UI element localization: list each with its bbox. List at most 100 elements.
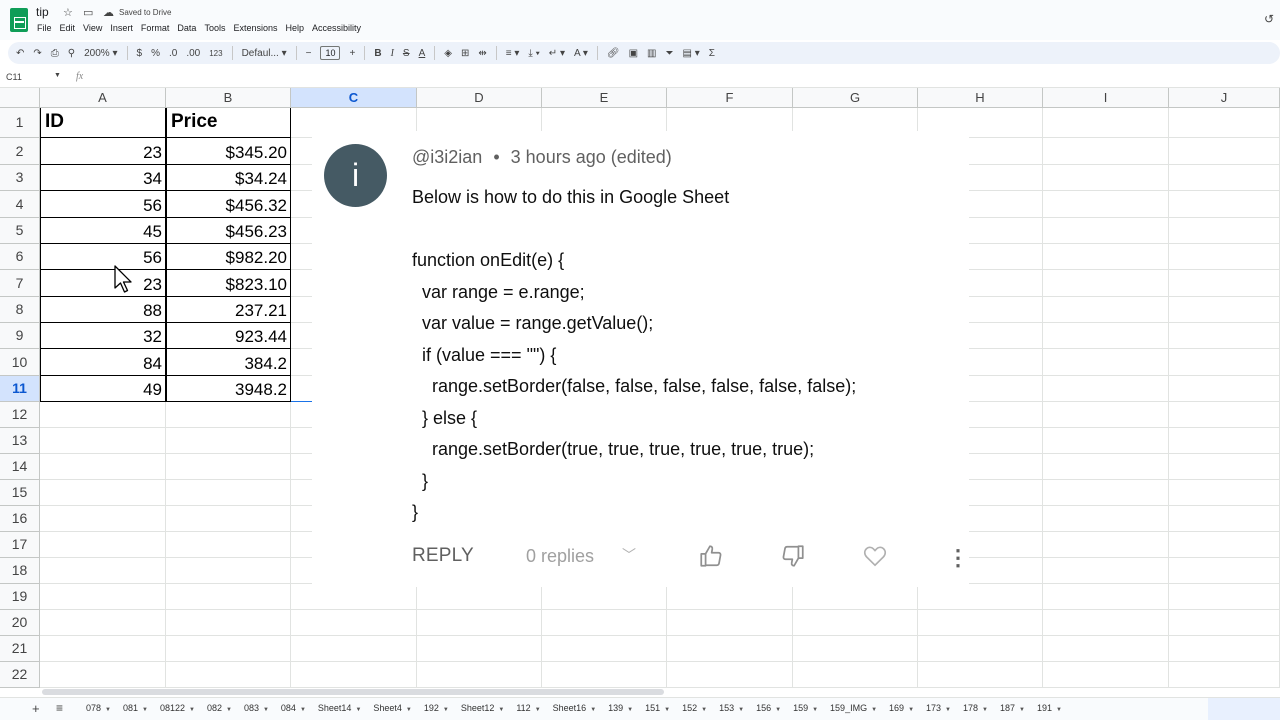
chevron-down-icon[interactable]: ▼ — [590, 707, 596, 713]
chevron-down-icon[interactable]: ▼ — [142, 707, 148, 713]
increase-decimal-button[interactable]: .00 — [186, 48, 200, 59]
chevron-down-icon[interactable]: ▼ — [812, 707, 818, 713]
replies-toggle[interactable]: 0 replies — [526, 546, 594, 567]
price-cell[interactable]: $456.23 — [166, 218, 291, 244]
sheet-tab[interactable]: 083 ▼ — [240, 703, 277, 713]
menu-insert[interactable]: Insert — [110, 23, 133, 33]
star-icon[interactable]: ☆ — [63, 6, 73, 19]
id-cell[interactable]: 84 — [40, 349, 166, 376]
chevron-down-icon[interactable]: ▼ — [701, 707, 707, 713]
percent-format-button[interactable]: % — [151, 48, 160, 59]
id-cell[interactable]: 49 — [40, 376, 166, 402]
thumbs-up-icon[interactable] — [698, 543, 724, 569]
chevron-down-icon[interactable]: ▼ — [54, 72, 61, 79]
column-header-b[interactable]: B — [166, 88, 291, 108]
sheet-tab[interactable]: 139 ▼ — [604, 703, 641, 713]
comment-author[interactable]: @i3i2ian — [412, 147, 482, 167]
menu-data[interactable]: Data — [177, 23, 196, 33]
id-cell[interactable]: 45 — [40, 218, 166, 244]
header-cell-id[interactable]: ID — [40, 108, 166, 138]
chevron-down-icon[interactable]: ▼ — [945, 707, 951, 713]
sheet-tab[interactable]: 082 ▼ — [203, 703, 240, 713]
more-formats-button[interactable]: 123 — [209, 49, 222, 58]
chevron-down-icon[interactable]: ▼ — [105, 707, 111, 713]
sheet-tab[interactable]: 112 ▼ — [512, 703, 548, 713]
sheet-tab[interactable]: 152 ▼ — [678, 703, 715, 713]
chevron-down-icon[interactable]: ▼ — [1056, 707, 1062, 713]
column-header-a[interactable]: A — [40, 88, 166, 108]
bold-button[interactable]: B — [374, 48, 381, 59]
row-header-13[interactable]: 13 — [0, 428, 40, 454]
fill-color-icon[interactable]: ◈ — [444, 48, 452, 59]
sheet-tab[interactable]: 156 ▼ — [752, 703, 789, 713]
sheet-tab[interactable]: Sheet4 ▼ — [369, 703, 419, 713]
sheet-tab[interactable]: 151 ▼ — [641, 703, 678, 713]
column-header-f[interactable]: F — [667, 88, 793, 108]
sheet-tab[interactable]: 159 ▼ — [789, 703, 826, 713]
tab-scroll-area[interactable] — [1208, 698, 1280, 720]
avatar[interactable]: i — [324, 144, 387, 207]
move-folder-icon[interactable]: ▭ — [83, 6, 93, 19]
insert-chart-icon[interactable]: ▥ — [647, 48, 656, 59]
chevron-down-icon[interactable]: ▼ — [263, 707, 269, 713]
chevron-down-icon[interactable]: ▼ — [1019, 707, 1025, 713]
price-cell[interactable]: 3948.2 — [166, 376, 291, 402]
row-header-7[interactable]: 7 — [0, 270, 40, 297]
column-header-g[interactable]: G — [793, 88, 918, 108]
name-box[interactable]: C11 — [6, 72, 22, 82]
id-cell[interactable]: 56 — [40, 191, 166, 218]
sheet-tab[interactable]: 08122 ▼ — [156, 703, 203, 713]
reply-button[interactable]: REPLY — [412, 545, 474, 567]
price-cell[interactable]: 923.44 — [166, 323, 291, 349]
header-cell-price[interactable]: Price — [166, 108, 291, 138]
chevron-down-icon[interactable]: ▼ — [871, 707, 877, 713]
id-cell[interactable]: 56 — [40, 244, 166, 270]
chevron-down-icon[interactable]: ▼ — [226, 707, 232, 713]
sheet-tab[interactable]: 159_IMG ▼ — [826, 703, 885, 713]
sheet-tab[interactable]: 173 ▼ — [922, 703, 959, 713]
id-cell[interactable]: 34 — [40, 165, 166, 191]
chevron-down-icon[interactable]: ﹀ — [622, 545, 636, 565]
print-icon[interactable]: ⎙ — [51, 48, 59, 59]
id-cell[interactable]: 88 — [40, 297, 166, 323]
sheet-tab[interactable]: Sheet16 ▼ — [549, 703, 604, 713]
chevron-down-icon[interactable]: ▼ — [406, 707, 412, 713]
heart-icon[interactable] — [862, 543, 888, 569]
row-header-9[interactable]: 9 — [0, 323, 40, 349]
history-icon[interactable]: ↺ — [1264, 12, 1274, 26]
price-cell[interactable]: $34.24 — [166, 165, 291, 191]
row-header-18[interactable]: 18 — [0, 558, 40, 584]
sheet-tab[interactable]: Sheet12 ▼ — [457, 703, 512, 713]
column-header-i[interactable]: I — [1043, 88, 1169, 108]
add-sheet-button[interactable]: + — [32, 701, 40, 716]
sheet-tab[interactable]: 153 ▼ — [715, 703, 752, 713]
more-options-icon[interactable]: ⋮ — [947, 545, 969, 571]
price-cell[interactable]: $345.20 — [166, 138, 291, 165]
sheet-tab[interactable]: 192 ▼ — [420, 703, 457, 713]
row-header-8[interactable]: 8 — [0, 297, 40, 323]
column-header-d[interactable]: D — [417, 88, 542, 108]
chevron-down-icon[interactable]: ▼ — [189, 707, 195, 713]
decrease-decimal-button[interactable]: .0 — [169, 48, 177, 59]
sheet-tab[interactable]: 191 ▼ — [1033, 703, 1070, 713]
chevron-down-icon[interactable]: ▼ — [498, 707, 504, 713]
menu-view[interactable]: View — [83, 23, 102, 33]
all-sheets-menu-icon[interactable]: ≡ — [56, 701, 63, 715]
zoom-select[interactable]: 200% ▾ — [84, 48, 117, 59]
redo-icon[interactable]: ↷ — [33, 48, 41, 59]
menu-extensions[interactable]: Extensions — [233, 23, 277, 33]
row-header-6[interactable]: 6 — [0, 244, 40, 270]
decrease-font-size-button[interactable]: − — [306, 48, 312, 59]
sheet-tab[interactable]: 081 ▼ — [119, 703, 156, 713]
row-header-19[interactable]: 19 — [0, 584, 40, 610]
row-header-1[interactable]: 1 — [0, 108, 40, 138]
price-cell[interactable]: 384.2 — [166, 349, 291, 376]
chevron-down-icon[interactable]: ▼ — [443, 707, 449, 713]
row-header-2[interactable]: 2 — [0, 138, 40, 165]
sheet-tab[interactable]: 084 ▼ — [277, 703, 314, 713]
paint-format-icon[interactable]: ⚲ — [68, 48, 75, 59]
sheet-tab[interactable]: 187 ▼ — [996, 703, 1033, 713]
merge-cells-icon[interactable]: ⇹ — [478, 48, 486, 59]
borders-icon[interactable]: ⊞ — [461, 48, 469, 59]
chevron-down-icon[interactable]: ▼ — [535, 707, 541, 713]
